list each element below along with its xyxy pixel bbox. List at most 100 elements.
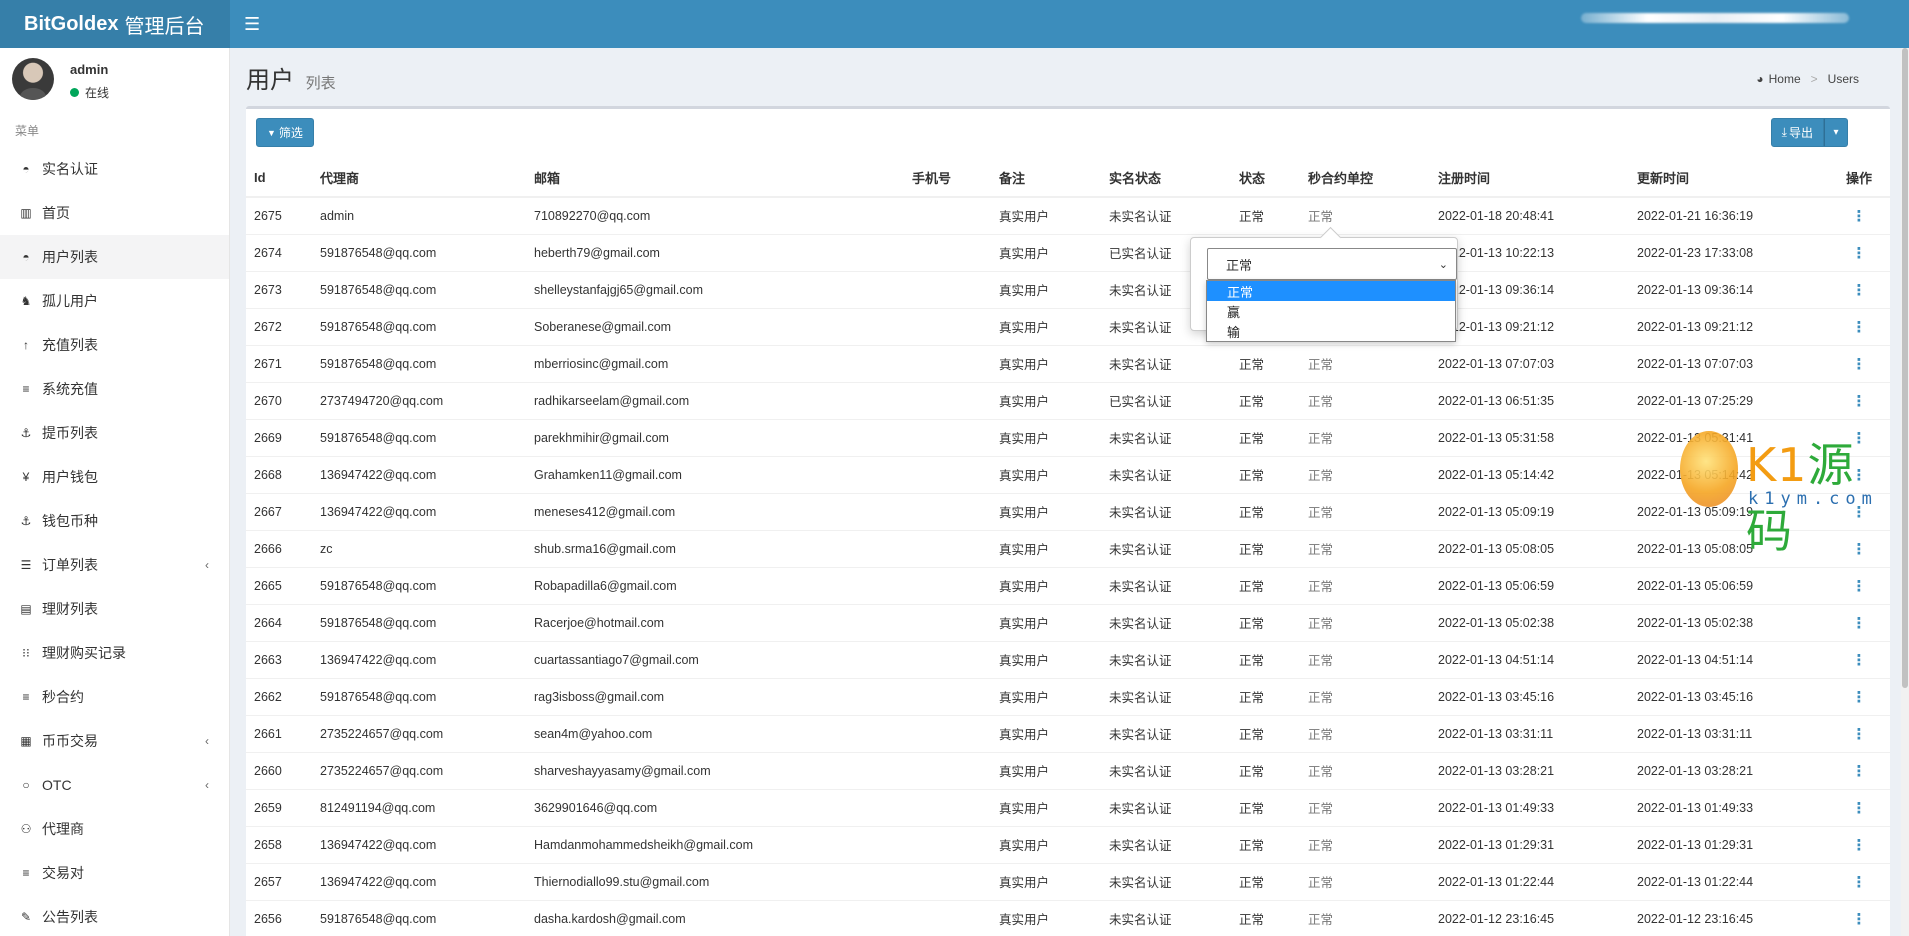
sidebar-item[interactable]: ≡ 秒合约 (0, 675, 229, 719)
table-row: 2668 136947422@qq.com Grahamken11@gmail.co… (246, 455, 1890, 493)
row-actions-icon[interactable]: ⋮ (1828, 196, 1890, 234)
sidebar-item-label: OTC (42, 777, 72, 793)
page-subtitle: 列表 (305, 75, 336, 92)
sidebar-menu: ◓ 实名认证 ▥ 首页 ◓ 用户列表 ♞ 孤儿用户 ↑ 充值列表 ≡ 系统充值 ⚓ 提币列表 ¥ 用户钱包 ⚓ 钱… (0, 147, 229, 936)
row-actions-icon[interactable]: ⋮ (1828, 862, 1890, 900)
table-cell[interactable]: 正常 (1300, 640, 1430, 678)
table-cell[interactable]: 正常 (1300, 455, 1430, 493)
table-cell: 2022-01-13 05:02:38 (1430, 603, 1629, 641)
table-cell: 2022-01-13 05:14:42 (1430, 455, 1629, 493)
breadcrumb-separator: > (1810, 72, 1818, 86)
table-cell[interactable]: 正常 (1300, 825, 1430, 863)
table-cell (904, 640, 991, 678)
sidebar-item[interactable]: ¥ 用户钱包 (0, 455, 229, 499)
table-cell: 真实用户 (991, 788, 1101, 826)
sidebar-item[interactable]: ◓ 实名认证 (0, 147, 229, 191)
table-cell[interactable]: 正常 (1300, 603, 1430, 641)
select-option[interactable]: 正常 (1207, 281, 1455, 301)
table-cell: admin (312, 196, 526, 234)
table-cell: dasha.kardosh@gmail.com (526, 899, 904, 936)
select-value: 正常 (1226, 257, 1253, 273)
table-cell[interactable]: 正常 (1300, 788, 1430, 826)
table-cell[interactable]: 正常 (1300, 196, 1430, 234)
column-header: 代理商 (312, 159, 526, 198)
table-cell (904, 455, 991, 493)
sidebar-item[interactable]: ▤ 理财列表 (0, 587, 229, 631)
sidebar-item[interactable]: ≡ 交易对 (0, 851, 229, 895)
table-row: 2658 136947422@qq.com Hamdanmohammedsheikh… (246, 825, 1890, 863)
table-cell (904, 862, 991, 900)
sidebar-item-label: 用户列表 (42, 249, 98, 265)
table-cell[interactable]: 正常 (1300, 862, 1430, 900)
sidebar-item[interactable]: ☰ 订单列表 ‹ (0, 543, 229, 587)
row-actions-icon[interactable]: ⋮ (1828, 233, 1890, 271)
blurred-user-menu[interactable] (1581, 13, 1849, 23)
sidebar-item[interactable]: ▥ 首页 (0, 191, 229, 235)
table-cell: 未实名认证 (1101, 788, 1231, 826)
top-navbar: BitGoldex 管理后台 ☰ (0, 0, 1909, 48)
sidebar-item[interactable]: ▦ 币币交易 ‹ (0, 719, 229, 763)
row-actions-icon[interactable]: ⋮ (1828, 751, 1890, 789)
table-cell: 真实用户 (991, 566, 1101, 604)
sidebar-item[interactable]: ≡ 系统充值 (0, 367, 229, 411)
table-cell: 2022-01-13 05:31:58 (1430, 418, 1629, 456)
table-cell[interactable]: 正常 (1300, 751, 1430, 789)
sidebar-item[interactable]: ⚓ 钱包币种 (0, 499, 229, 543)
table-cell: 真实用户 (991, 418, 1101, 456)
table-cell[interactable]: 正常 (1300, 529, 1430, 567)
sidebar-item[interactable]: ⁝⁝ 理财购买记录 (0, 631, 229, 675)
table-cell[interactable]: 正常 (1300, 714, 1430, 752)
table-cell[interactable]: 正常 (1300, 344, 1430, 382)
menu-icon: ○ (22, 778, 30, 792)
export-button[interactable]: ⤓ 导出 (1770, 118, 1824, 147)
sidebar-item[interactable]: ◓ 用户列表 (0, 235, 229, 279)
sidebar-item[interactable]: ✎ 公告列表 (0, 895, 229, 936)
breadcrumb-home[interactable]: Home (1769, 72, 1801, 86)
menu-icon: ¥ (22, 470, 30, 484)
sidebar-toggle-icon[interactable]: ☰ (244, 14, 260, 35)
table-cell[interactable]: 正常 (1300, 677, 1430, 715)
row-actions-icon[interactable]: ⋮ (1828, 270, 1890, 308)
table-cell (904, 418, 991, 456)
table-row: 2667 136947422@qq.com meneses412@gmail.com… (246, 492, 1890, 530)
table-cell: 未实名认证 (1101, 344, 1231, 382)
table-cell[interactable]: 正常 (1300, 381, 1430, 419)
table-cell[interactable]: 正常 (1300, 418, 1430, 456)
contract-control-select[interactable]: 正常 ⌄ (1207, 248, 1457, 280)
sidebar-item[interactable]: ⚇ 代理商 (0, 807, 229, 851)
table-cell: 真实用户 (991, 270, 1101, 308)
table-row: 2656 591876548@qq.com dasha.kardosh@gmail.… (246, 899, 1890, 936)
sidebar-item[interactable]: ⚓ 提币列表 (0, 411, 229, 455)
row-actions-icon[interactable]: ⋮ (1828, 899, 1890, 936)
export-dropdown-toggle[interactable]: ▾ (1824, 118, 1848, 147)
filter-button[interactable]: ▼ 筛选 (256, 118, 314, 147)
table-cell[interactable]: 正常 (1300, 899, 1430, 936)
page-scrollbar[interactable] (1901, 48, 1909, 936)
row-actions-icon[interactable]: ⋮ (1828, 788, 1890, 826)
row-actions-icon[interactable]: ⋮ (1828, 307, 1890, 345)
row-actions-icon[interactable]: ⋮ (1828, 344, 1890, 382)
sidebar-item[interactable]: ○ OTC ‹ (0, 763, 229, 807)
menu-icon: ⚓ (20, 514, 32, 528)
table-cell: sharveshayyasamy@gmail.com (526, 751, 904, 789)
row-actions-icon[interactable]: ⋮ (1828, 566, 1890, 604)
row-actions-icon[interactable]: ⋮ (1828, 381, 1890, 419)
select-option[interactable]: 赢 (1207, 301, 1455, 321)
table-cell: 2022-01-13 01:29:31 (1430, 825, 1629, 863)
table-cell: 2668 (246, 455, 312, 493)
row-actions-icon[interactable]: ⋮ (1828, 603, 1890, 641)
table-cell: 2671 (246, 344, 312, 382)
sidebar-item[interactable]: ♞ 孤儿用户 (0, 279, 229, 323)
table-cell[interactable]: 正常 (1300, 566, 1430, 604)
sidebar-item[interactable]: ↑ 充值列表 (0, 323, 229, 367)
table-cell: 真实用户 (991, 455, 1101, 493)
row-actions-icon[interactable]: ⋮ (1828, 825, 1890, 863)
row-actions-icon[interactable]: ⋮ (1828, 677, 1890, 715)
table-cell: 正常 (1231, 418, 1300, 456)
scrollbar-thumb[interactable] (1902, 48, 1908, 688)
row-actions-icon[interactable]: ⋮ (1828, 714, 1890, 752)
brand-logo[interactable]: BitGoldex 管理后台 (0, 0, 230, 48)
table-cell[interactable]: 正常 (1300, 492, 1430, 530)
select-option[interactable]: 输 (1207, 321, 1455, 341)
row-actions-icon[interactable]: ⋮ (1828, 640, 1890, 678)
